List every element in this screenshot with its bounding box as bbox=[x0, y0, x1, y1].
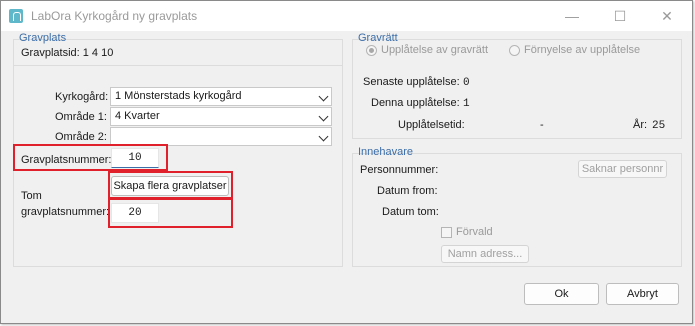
tom-label-line2: gravplatsnummer: bbox=[21, 206, 110, 218]
gravplats-group bbox=[13, 39, 343, 267]
ok-button[interactable]: Ok bbox=[524, 283, 599, 305]
gravplats-id: Gravplatsid: 1 4 10 bbox=[21, 47, 114, 59]
chevron-down-icon bbox=[318, 91, 329, 102]
denna-label: Denna upplåtelse: bbox=[371, 97, 460, 109]
gravplatsnummer-input[interactable]: 10 bbox=[111, 148, 159, 168]
ar-label: År: bbox=[633, 119, 648, 131]
upplatelse-radio[interactable] bbox=[366, 45, 377, 56]
gravplatsnummer-label: Gravplatsnummer: bbox=[21, 154, 112, 166]
kyrkogard-value: 1 Mönsterstads kyrkogård bbox=[115, 90, 242, 102]
kyrkogard-select[interactable]: 1 Mönsterstads kyrkogård bbox=[110, 87, 332, 106]
upplatelse-radio-label: Upplåtelse av gravrätt bbox=[381, 44, 488, 56]
kyrkogard-label: Kyrkogård: bbox=[55, 91, 109, 103]
window-title: LabOra Kyrkogård ny gravplats bbox=[31, 9, 198, 23]
omrade1-value: 4 Kvarter bbox=[115, 110, 160, 122]
gravplats-divider bbox=[13, 65, 343, 66]
cancel-button[interactable]: Avbryt bbox=[606, 283, 679, 305]
title-bar: LabOra Kyrkogård ny gravplats — ☐ ✕ bbox=[1, 1, 692, 31]
gravplats-group-label: Gravplats bbox=[19, 32, 67, 44]
forvald-label: Förvald bbox=[456, 226, 493, 238]
saknar-personnr-button[interactable]: Saknar personnr bbox=[578, 160, 667, 178]
dialog-window: LabOra Kyrkogård ny gravplats — ☐ ✕ Grav… bbox=[0, 0, 693, 324]
namn-adress-button[interactable]: Namn adress... bbox=[441, 245, 529, 263]
omrade1-select[interactable]: 4 Kvarter bbox=[110, 107, 332, 126]
ar-value: 25 bbox=[652, 120, 666, 132]
close-icon[interactable]: ✕ bbox=[644, 1, 690, 31]
upplatelsetid-dash: - bbox=[540, 119, 544, 131]
personnummer-label: Personnummer: bbox=[360, 164, 439, 176]
denna-value: 1 bbox=[463, 98, 470, 110]
forvald-checkbox[interactable] bbox=[441, 227, 452, 238]
tom-gravplatsnummer-input[interactable]: 20 bbox=[111, 203, 159, 223]
datum-from-label: Datum from: bbox=[377, 185, 438, 197]
senaste-label: Senaste upplåtelse: bbox=[363, 76, 460, 88]
omrade2-label: Område 2: bbox=[55, 131, 107, 143]
app-icon bbox=[9, 9, 23, 23]
gravratt-group-label: Gravrätt bbox=[358, 32, 398, 44]
omrade1-label: Område 1: bbox=[55, 111, 107, 123]
tom-label-line1: Tom bbox=[21, 190, 42, 202]
fornyelse-radio[interactable] bbox=[509, 45, 520, 56]
senaste-value: 0 bbox=[463, 77, 470, 89]
upplatelsetid-label: Upplåtelsetid: bbox=[398, 119, 465, 131]
datum-tom-label: Datum tom: bbox=[382, 206, 439, 218]
minimize-icon[interactable]: — bbox=[549, 1, 595, 31]
chevron-down-icon bbox=[318, 131, 329, 142]
skapa-flera-gravplatser-button[interactable]: Skapa flera gravplatser bbox=[111, 176, 229, 196]
innehavare-group-label: Innehavare bbox=[358, 146, 414, 158]
chevron-down-icon bbox=[318, 111, 329, 122]
maximize-icon[interactable]: ☐ bbox=[597, 1, 643, 31]
fornyelse-radio-label: Förnyelse av upplåtelse bbox=[524, 44, 641, 56]
omrade2-select[interactable] bbox=[110, 127, 332, 146]
